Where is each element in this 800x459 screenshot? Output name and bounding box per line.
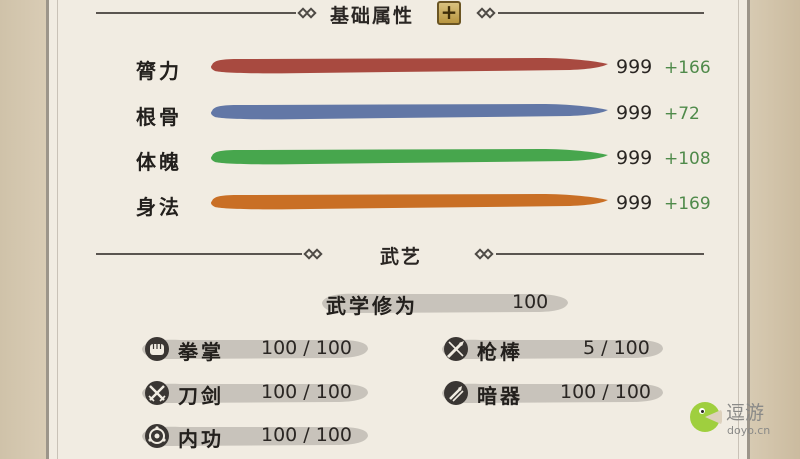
skill-value: 100 / 100: [560, 381, 652, 403]
stat-label: 身法: [136, 195, 182, 219]
stat-bar: [211, 58, 608, 74]
stat-bar: [211, 149, 608, 165]
skill-value: 100 / 100: [261, 381, 353, 403]
section-title-basic-attributes: 基础属性: [330, 5, 415, 27]
energy-swirl-icon: [145, 424, 169, 448]
doyo-logo-icon: [690, 402, 722, 432]
stat-label: 体魄: [136, 150, 182, 174]
martial-mastery-value: 100: [512, 291, 549, 313]
stat-label: 膂力: [136, 59, 182, 83]
skill-value: 100 / 100: [261, 337, 353, 359]
background-right: [750, 0, 800, 459]
header-line-right: [496, 253, 704, 255]
stat-bonus: +169: [664, 194, 711, 214]
stat-value: 999: [616, 56, 653, 78]
stat-bonus: +166: [664, 58, 711, 78]
section-title-martial-arts: 武艺: [380, 246, 423, 268]
stat-value: 999: [616, 147, 653, 169]
stat-label: 根骨: [136, 105, 182, 129]
background-left: [0, 0, 46, 459]
stat-bar-fill: [211, 58, 608, 74]
stat-bar-fill: [211, 149, 608, 165]
header-line-left: [96, 253, 302, 255]
skill-label: 内功: [178, 427, 224, 451]
stat-value: 999: [616, 102, 653, 124]
fist-icon: [145, 337, 169, 361]
skill-value: 5 / 100: [583, 337, 650, 359]
skill-label: 暗器: [477, 384, 523, 408]
header-line-right: [498, 12, 704, 14]
skill-label: 枪棒: [477, 340, 523, 364]
skill-label: 拳掌: [178, 340, 224, 364]
hidden-weapon-icon: [444, 381, 468, 405]
watermark-url: doyo.cn: [727, 424, 771, 437]
stat-bar-fill: [211, 194, 608, 210]
spear-staff-icon: [444, 337, 468, 361]
martial-mastery-label: 武学修为: [326, 294, 418, 318]
skill-value: 100 / 100: [261, 424, 353, 446]
stat-bar: [211, 104, 608, 120]
stat-bonus: +108: [664, 149, 711, 169]
stat-value: 999: [616, 192, 653, 214]
stat-bar: [211, 194, 608, 210]
stat-bar-fill: [211, 104, 608, 120]
skill-label: 刀剑: [178, 384, 224, 408]
header-line-left: [96, 12, 296, 14]
crossed-swords-icon: [145, 381, 169, 405]
stat-bonus: +72: [664, 104, 700, 124]
watermark-name: 逗游: [726, 402, 765, 424]
add-attribute-button[interactable]: +: [437, 1, 461, 25]
